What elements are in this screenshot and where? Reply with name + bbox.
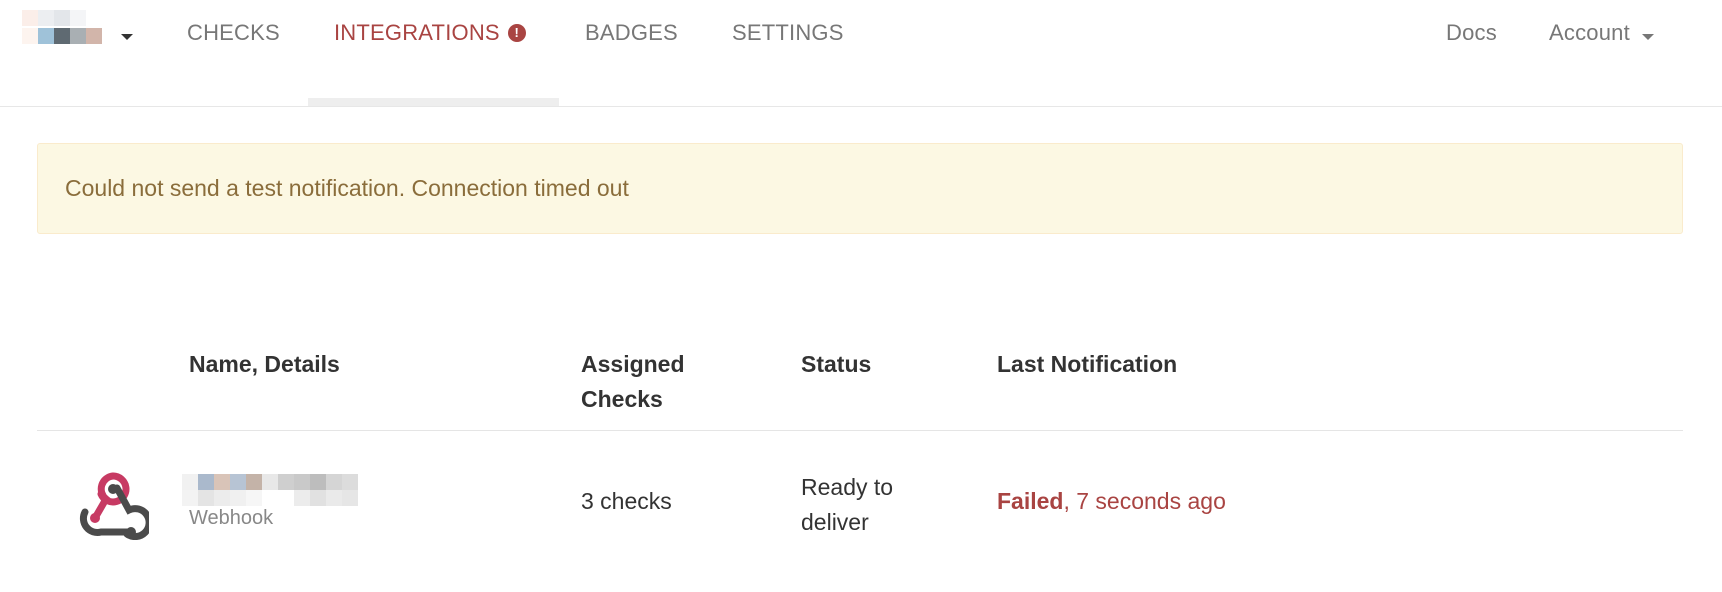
column-header-status: Status: [801, 351, 872, 377]
project-avatar: [22, 10, 112, 46]
column-header-name: Name, Details: [189, 351, 340, 377]
column-header-assigned: Assigned Checks: [581, 351, 685, 412]
nav-checks[interactable]: CHECKS: [187, 20, 280, 50]
integration-kind: Webhook: [189, 507, 274, 529]
nav-settings[interactable]: SETTINGS: [732, 20, 844, 50]
integration-name-redacted: [182, 474, 380, 508]
nav-settings-label: SETTINGS: [732, 20, 844, 45]
project-switcher[interactable]: [22, 10, 140, 50]
last-notification: Failed, 7 seconds ago: [997, 488, 1226, 515]
last-notification-status: Failed: [997, 488, 1064, 514]
exclamation-icon: !: [507, 24, 526, 42]
warning-alert: Could not send a test notification. Conn…: [37, 143, 1683, 234]
column-header-last-notification: Last Notification: [997, 351, 1178, 377]
top-navbar: CHECKS INTEGRATIONS! BADGES SETTINGS Doc…: [0, 0, 1722, 107]
integration-status: Ready to deliver: [801, 474, 894, 535]
nav-checks-label: CHECKS: [187, 20, 280, 45]
nav-account[interactable]: Account: [1549, 20, 1630, 50]
assigned-checks-link[interactable]: 3 checks: [581, 488, 672, 515]
nav-integrations[interactable]: INTEGRATIONS!: [334, 20, 526, 50]
nav-badges[interactable]: BADGES: [585, 20, 678, 50]
caret-down-icon: [121, 34, 133, 40]
account-caret-down-icon: [1642, 34, 1654, 40]
nav-badges-label: BADGES: [585, 20, 678, 45]
webhook-icon: [79, 472, 149, 540]
active-tab-indicator: [308, 98, 559, 106]
table-row[interactable]: Webhook 3 checks Ready to deliver Failed…: [37, 432, 1683, 552]
nav-integrations-label: INTEGRATIONS: [334, 20, 500, 45]
last-notification-time: , 7 seconds ago: [1063, 488, 1226, 514]
integrations-table-header: Name, Details Assigned Checks Status Las…: [37, 340, 1683, 431]
nav-docs-label: Docs: [1446, 20, 1497, 45]
alert-message: Could not send a test notification. Conn…: [65, 175, 629, 201]
nav-account-label: Account: [1549, 20, 1630, 45]
nav-docs[interactable]: Docs: [1446, 20, 1497, 50]
